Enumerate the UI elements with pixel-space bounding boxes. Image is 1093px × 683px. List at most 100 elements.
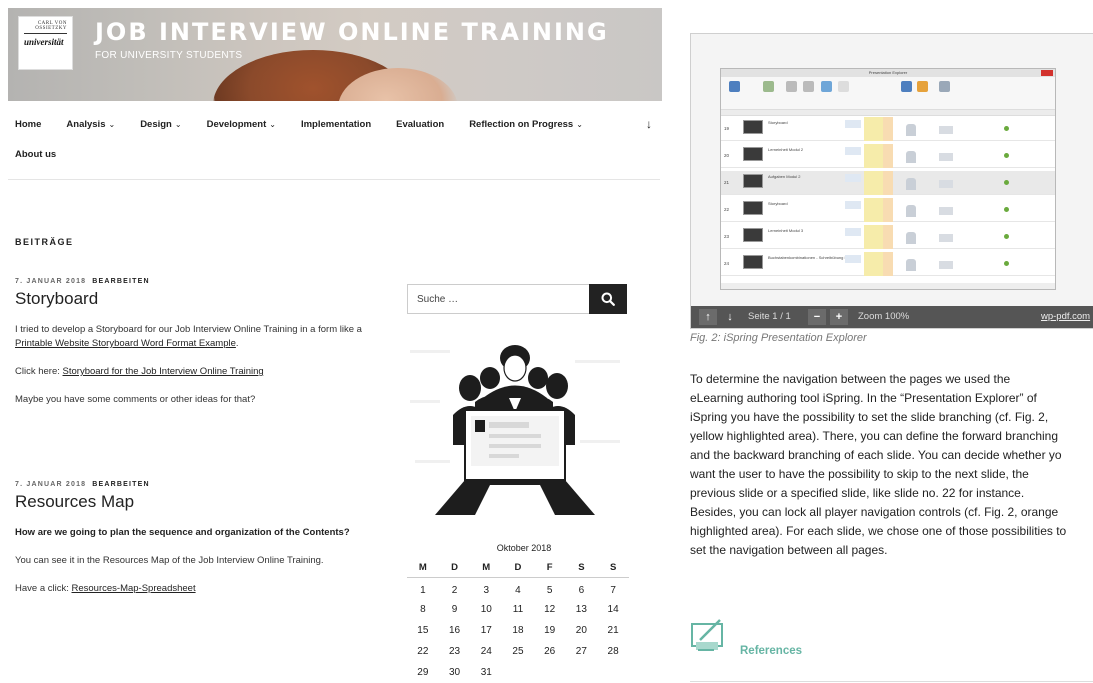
save-close-icon bbox=[729, 81, 740, 92]
lock-cell bbox=[883, 144, 893, 168]
calendar-day bbox=[502, 662, 534, 683]
viewer-toolbar: ↑ ↓ Seite 1 / 1 − + Zoom 100% wp-pdf.com bbox=[691, 306, 1093, 328]
site-description: FOR UNIVERSITY STUDENTS bbox=[95, 50, 243, 61]
calendar-day: 23 bbox=[448, 645, 461, 657]
calendar-day: 18 bbox=[512, 624, 524, 636]
site-title[interactable]: JOB INTERVIEW ONLINE TRAINING bbox=[95, 18, 609, 46]
object-icon bbox=[1004, 180, 1009, 185]
calendar-day: 8 bbox=[420, 603, 426, 615]
wp-pdf-link[interactable]: wp-pdf.com bbox=[1041, 311, 1090, 322]
references-divider bbox=[690, 681, 1093, 682]
edit-link[interactable]: BEARBEITEN bbox=[92, 278, 150, 285]
calendar-weekday: S bbox=[597, 559, 629, 578]
zoom-level: Zoom 100% bbox=[858, 311, 910, 322]
branching-cell bbox=[864, 171, 883, 195]
storyboard-link[interactable]: Storyboard for the Job Interview Online … bbox=[63, 366, 264, 377]
nav-label: Development bbox=[206, 118, 267, 130]
nav-item-about[interactable]: About us bbox=[15, 149, 655, 160]
calendar-day: 11 bbox=[512, 603, 524, 615]
post-date[interactable]: 7. JANUAR 2018 bbox=[15, 481, 86, 488]
explorer-row: 24 Buchstabenkombinationen - Schreibübung… bbox=[721, 252, 1055, 276]
calendar-day: 26 bbox=[544, 645, 556, 657]
slide-thumbnail bbox=[743, 147, 763, 161]
calendar-day: 14 bbox=[607, 603, 619, 615]
advance-cell bbox=[845, 228, 861, 236]
calendar-day: 7 bbox=[610, 584, 616, 596]
calendar-day: 1 bbox=[420, 584, 426, 596]
calendar-weekday: M bbox=[407, 559, 439, 578]
slide-thumbnail bbox=[743, 228, 763, 242]
calendar-day: 28 bbox=[607, 645, 619, 657]
post-storyboard: 7. JANUAR 2018 BEARBEITEN Storyboard I tr… bbox=[15, 278, 385, 407]
branching-cell bbox=[864, 225, 883, 249]
resources-map-link[interactable]: Resources-Map-Spreadsheet bbox=[72, 583, 196, 594]
page-up-button[interactable]: ↑ bbox=[699, 309, 717, 325]
nav-item-design[interactable]: Design ⌄ bbox=[140, 119, 181, 130]
object-icon bbox=[1004, 126, 1009, 131]
slide-number: 23 bbox=[724, 234, 730, 239]
logo-rule bbox=[24, 33, 67, 34]
branching-icon bbox=[901, 81, 912, 92]
zoom-in-button[interactable]: + bbox=[830, 309, 848, 325]
object-icon bbox=[1004, 153, 1009, 158]
explorer-row: 20 Lerneinheit Modul 2 bbox=[721, 144, 1055, 168]
calendar-day bbox=[566, 662, 598, 683]
calendar-day: 24 bbox=[480, 645, 492, 657]
post-title[interactable]: Storyboard bbox=[15, 289, 385, 309]
nav-item-reflection[interactable]: Reflection on Progress ⌄ bbox=[469, 119, 583, 130]
slide-thumbnail bbox=[743, 201, 763, 215]
nav-item-home[interactable]: Home bbox=[15, 119, 41, 130]
nav-item-development[interactable]: Development ⌄ bbox=[207, 119, 276, 130]
nav-label: Design bbox=[140, 118, 172, 130]
calendar-body: 1 2 3 4 5 6 7 8 9 10 11 12 13 14 15 16 17 18 19 20 21 22 23 24 2… bbox=[407, 578, 629, 683]
slide-title: Buchstabenkombinationen - Schreibübung I bbox=[768, 255, 846, 260]
post-paragraph: I tried to develop a Storyboard for our … bbox=[15, 323, 385, 351]
explorer-row: 23 Lerneinheit Modul 3 bbox=[721, 225, 1055, 249]
slide-title: Aufgaben Modul 2 bbox=[768, 174, 801, 179]
post-title[interactable]: Resources Map bbox=[15, 492, 385, 512]
page-down-button[interactable]: ↓ bbox=[721, 309, 739, 325]
calendar-day: 16 bbox=[448, 624, 461, 636]
chevron-down-icon: ⌄ bbox=[108, 119, 116, 129]
search-input[interactable] bbox=[408, 285, 593, 313]
post-paragraph: You can see it in the Resources Map of t… bbox=[15, 555, 324, 566]
chevron-down-icon: ⌄ bbox=[576, 119, 583, 129]
plus-icon: + bbox=[835, 311, 843, 323]
search-button[interactable] bbox=[589, 284, 627, 314]
presentation-icon bbox=[691, 619, 723, 651]
post-paragraph: How are we going to plan the sequence an… bbox=[15, 526, 385, 540]
slide-number: 24 bbox=[724, 261, 730, 266]
edit-link[interactable]: BEARBEITEN bbox=[92, 481, 150, 488]
presenter-icon bbox=[906, 151, 916, 163]
storyboard-example-link[interactable]: Printable Website Storyboard Word Format… bbox=[15, 338, 236, 349]
nav-item-analysis[interactable]: Analysis ⌄ bbox=[66, 119, 115, 130]
nav-item-implementation[interactable]: Implementation bbox=[301, 119, 371, 130]
slide-number: 21 bbox=[724, 180, 730, 185]
post-resources-map: 7. JANUAR 2018 BEARBEITEN Resources Map H… bbox=[15, 481, 385, 596]
branching-cell bbox=[864, 144, 883, 168]
post-date[interactable]: 7. JANUAR 2018 bbox=[15, 278, 86, 285]
presentation-explorer-screenshot: Presentation Explorer 19 Storyboard 20 Lern… bbox=[720, 68, 1056, 290]
lock-cell bbox=[883, 117, 893, 141]
logo-top-text: CARL VON OSSIETZKY bbox=[35, 21, 67, 31]
advance-cell bbox=[845, 255, 861, 263]
calendar-day: 10 bbox=[480, 603, 492, 615]
post-text: I tried to develop a Storyboard for our … bbox=[15, 324, 362, 335]
arrow-down-icon[interactable]: ↓ bbox=[646, 117, 652, 131]
references-heading[interactable]: References bbox=[740, 645, 802, 657]
lock-cell bbox=[883, 198, 893, 222]
article-body: To determine the navigation between the … bbox=[690, 372, 1067, 557]
calendar-day: 25 bbox=[512, 645, 524, 657]
calendar-day: 6 bbox=[578, 584, 585, 596]
page-indicator: Seite 1 / 1 bbox=[748, 311, 791, 322]
post-paragraph: Click here: Storyboard for the Job Inter… bbox=[15, 365, 385, 379]
slide-title: Storyboard bbox=[768, 201, 788, 206]
calendar-day: 31 bbox=[480, 666, 492, 678]
post-text: Click here: bbox=[15, 366, 63, 377]
calendar-caption: Oktober 2018 bbox=[496, 543, 552, 553]
university-logo[interactable]: CARL VON OSSIETZKY universität bbox=[18, 16, 73, 70]
zoom-out-button[interactable]: − bbox=[808, 309, 826, 325]
nav-item-evaluation[interactable]: Evaluation bbox=[396, 119, 444, 130]
arrow-left-icon bbox=[786, 81, 797, 92]
calendar-weekday-row: MDMDFSS bbox=[407, 559, 629, 578]
